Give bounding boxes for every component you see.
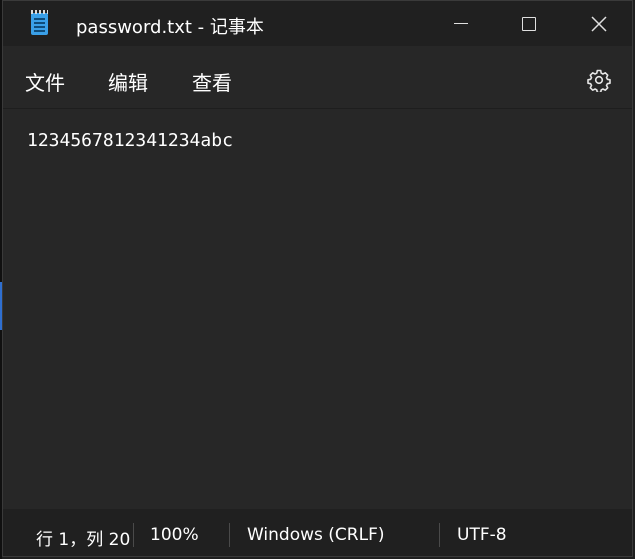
notepad-window: password.txt - 记事本 文件 编辑 查看 123456781234… xyxy=(2,0,633,557)
menu-view[interactable]: 查看 xyxy=(192,67,232,96)
status-divider xyxy=(133,523,134,547)
encoding[interactable]: UTF-8 xyxy=(457,525,507,545)
editor-content[interactable]: 123456781234123​4abc xyxy=(27,130,233,151)
menu-bar: 文件 编辑 查看 xyxy=(3,46,632,109)
zoom-level[interactable]: 100% xyxy=(150,525,199,545)
text-editor[interactable]: 123456781234123​4abc xyxy=(3,109,632,509)
status-bar: 行 1，列 20 100% Windows (CRLF) UTF-8 xyxy=(3,509,632,556)
menu-edit[interactable]: 编辑 xyxy=(108,67,148,96)
notepad-icon xyxy=(31,10,48,35)
maximize-icon xyxy=(522,16,536,31)
line-ending[interactable]: Windows (CRLF) xyxy=(247,525,385,545)
close-button[interactable] xyxy=(565,1,632,46)
cursor-position: 行 1，列 20 xyxy=(36,530,131,550)
gear-icon xyxy=(587,69,611,94)
menu-file[interactable]: 文件 xyxy=(25,67,65,96)
status-divider xyxy=(229,523,230,547)
window-title: password.txt - 记事本 xyxy=(76,17,264,38)
settings-button[interactable] xyxy=(587,68,611,94)
close-icon xyxy=(591,15,607,32)
status-divider xyxy=(439,523,440,547)
minimize-button[interactable] xyxy=(427,1,495,46)
title-bar[interactable]: password.txt - 记事本 xyxy=(3,1,632,46)
minimize-icon xyxy=(454,23,468,24)
maximize-button[interactable] xyxy=(495,1,563,46)
